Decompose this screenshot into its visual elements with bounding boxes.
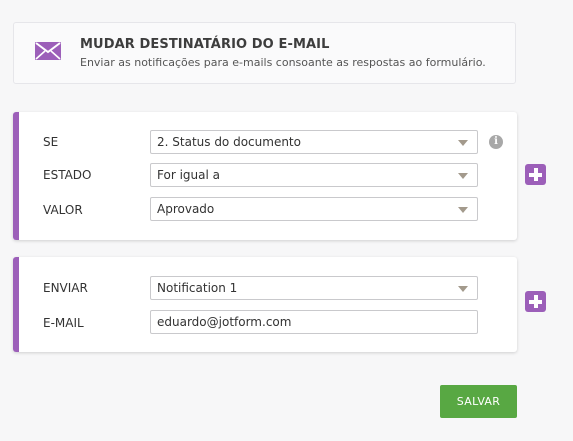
email-input[interactable]: eduardo@jotform.com bbox=[150, 310, 478, 334]
action-card: ENVIAR Notification 1 E-MAIL eduardo@jot… bbox=[13, 257, 517, 352]
if-field-select[interactable]: 2. Status do documento bbox=[150, 130, 478, 154]
send-notification-select[interactable]: Notification 1 bbox=[150, 276, 478, 300]
send-notification-value: Notification 1 bbox=[157, 281, 238, 295]
if-label: SE bbox=[43, 135, 59, 149]
chevron-down-icon bbox=[458, 286, 468, 292]
page-subtitle: Enviar as notificações para e-mails cons… bbox=[80, 56, 486, 69]
action-accent-bar bbox=[13, 257, 19, 352]
chevron-down-icon bbox=[458, 140, 468, 146]
email-input-value: eduardo@jotform.com bbox=[157, 315, 292, 329]
send-label: ENVIAR bbox=[43, 281, 88, 295]
header-card: MUDAR DESTINATÁRIO DO E-MAIL Enviar as n… bbox=[13, 22, 516, 84]
chevron-down-icon bbox=[458, 173, 468, 179]
state-operator-value: For igual a bbox=[157, 168, 220, 182]
save-button[interactable]: SALVAR bbox=[440, 385, 517, 418]
add-action-button[interactable] bbox=[525, 291, 546, 312]
add-condition-button[interactable] bbox=[525, 164, 546, 185]
condition-accent-bar bbox=[13, 112, 19, 240]
state-label: ESTADO bbox=[43, 168, 92, 182]
envelope-icon bbox=[35, 42, 61, 60]
value-select-value: Aprovado bbox=[157, 202, 215, 216]
chevron-down-icon bbox=[458, 207, 468, 213]
info-icon[interactable]: i bbox=[489, 135, 503, 149]
value-label: VALOR bbox=[43, 203, 83, 217]
state-operator-select[interactable]: For igual a bbox=[150, 163, 478, 187]
email-label: E-MAIL bbox=[43, 316, 84, 330]
value-select[interactable]: Aprovado bbox=[150, 197, 478, 221]
condition-card: SE 2. Status do documento i ESTADO For i… bbox=[13, 112, 517, 240]
page-title: MUDAR DESTINATÁRIO DO E-MAIL bbox=[80, 37, 330, 52]
if-field-value: 2. Status do documento bbox=[157, 135, 301, 149]
